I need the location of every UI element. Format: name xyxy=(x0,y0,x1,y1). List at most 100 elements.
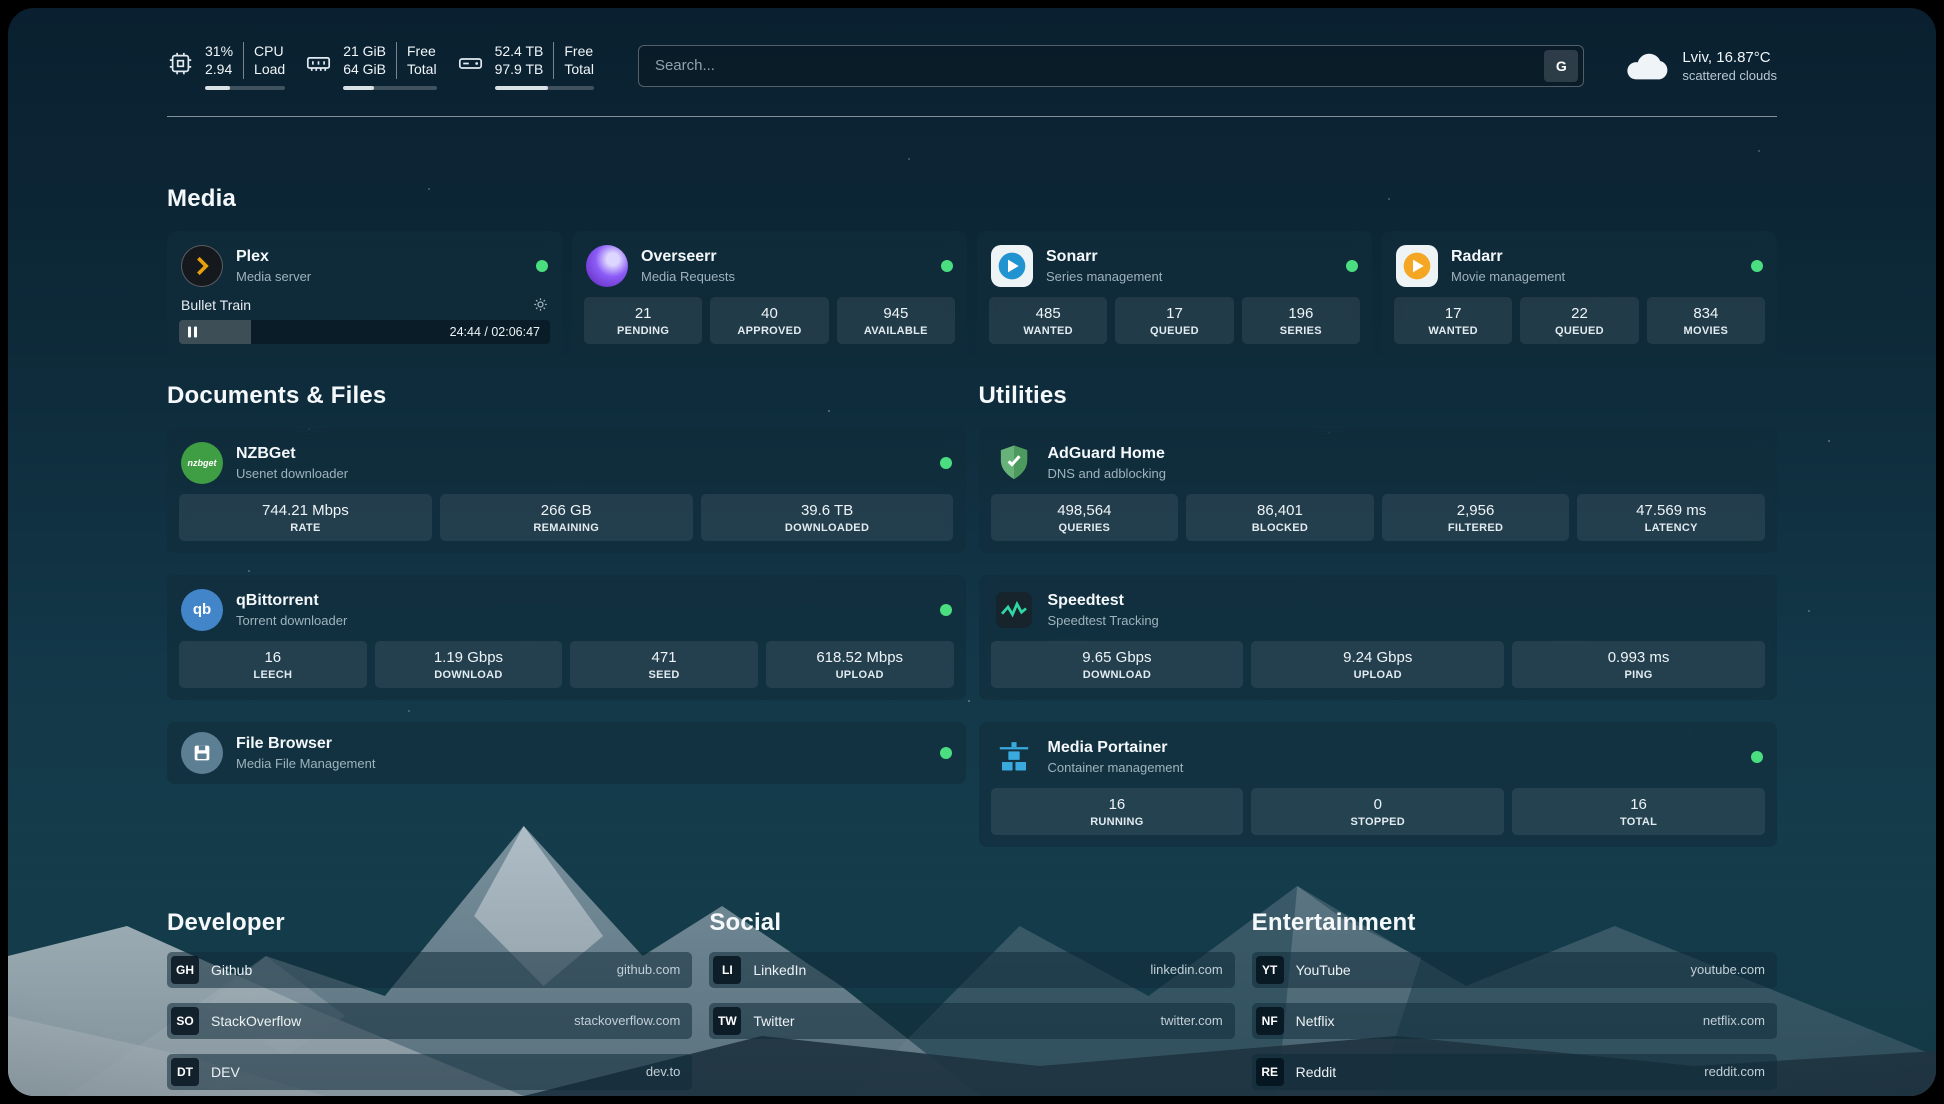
disk-total-label: Total xyxy=(564,60,594,78)
bookmark-name: LinkedIn xyxy=(753,962,806,978)
section-title-utilities: Utilities xyxy=(979,382,1778,410)
status-dot xyxy=(1751,751,1763,763)
bookmark-netflix[interactable]: NF Netflix netflix.com xyxy=(1252,1003,1777,1039)
app-link-radarr[interactable]: Radarr Movie management xyxy=(1394,241,1765,297)
app-link-filebrowser[interactable]: File Browser Media File Management xyxy=(179,730,954,776)
app-name: Speedtest xyxy=(1048,591,1159,611)
reddit-abbr-icon: RE xyxy=(1256,1058,1284,1086)
app-link-sonarr[interactable]: Sonarr Series management xyxy=(989,241,1360,297)
stat-value: 485 xyxy=(1036,305,1061,322)
stat-value: 39.6 TB xyxy=(801,502,853,519)
stat-value: 9.24 Gbps xyxy=(1343,649,1412,666)
section-developer: Developer GH Github github.com SO StackO… xyxy=(167,909,692,1090)
netflix-abbr-icon: NF xyxy=(1256,1007,1284,1035)
bookmark-youtube[interactable]: YT YouTube youtube.com xyxy=(1252,952,1777,988)
bookmark-dev[interactable]: DT DEV dev.to xyxy=(167,1054,692,1090)
bookmark-linkedin[interactable]: LI LinkedIn linkedin.com xyxy=(709,952,1234,988)
bookmark-domain: dev.to xyxy=(646,1064,680,1079)
app-link-portainer[interactable]: Media Portainer Container management xyxy=(991,732,1766,788)
radarr-icon xyxy=(1396,245,1438,287)
stat-blocked: 86,401 BLOCKED xyxy=(1186,494,1374,541)
stat-value: 0 xyxy=(1374,796,1382,813)
stat-value: 40 xyxy=(761,305,778,322)
now-playing-time: 24:44 / 02:06:47 xyxy=(450,325,540,339)
stat-ping: 0.993 ms PING xyxy=(1512,641,1765,688)
status-dot xyxy=(1346,260,1358,272)
gear-icon[interactable] xyxy=(533,297,548,312)
cpu-progress-fill xyxy=(205,86,230,90)
bookmark-twitter[interactable]: TW Twitter twitter.com xyxy=(709,1003,1234,1039)
stat-approved: 40 APPROVED xyxy=(710,297,828,344)
stat-label: LATENCY xyxy=(1645,522,1698,534)
app-subtitle: Media Requests xyxy=(641,269,735,284)
stat-running: 16 RUNNING xyxy=(991,788,1244,835)
stat-label: APPROVED xyxy=(737,325,801,337)
snow-specks xyxy=(8,8,10,10)
stat-value: 47.569 ms xyxy=(1636,502,1706,519)
stat-value: 498,564 xyxy=(1057,502,1111,519)
stat-upload: 9.24 Gbps UPLOAD xyxy=(1251,641,1504,688)
ram-icon xyxy=(305,50,332,77)
bookmark-domain: twitter.com xyxy=(1161,1013,1223,1028)
bookmark-stackoverflow[interactable]: SO StackOverflow stackoverflow.com xyxy=(167,1003,692,1039)
cpu-monitor: 31% 2.94 CPU Load xyxy=(167,42,285,90)
stat-remaining: 266 GB REMAINING xyxy=(440,494,693,541)
app-name: Overseerr xyxy=(641,247,735,267)
weather-condition: scattered clouds xyxy=(1682,68,1777,83)
monitor-divider xyxy=(553,42,554,79)
app-link-nzbget[interactable]: nzbget NZBGet Usenet downloader xyxy=(179,438,954,494)
app-link-overseerr[interactable]: Overseerr Media Requests xyxy=(584,241,955,297)
app-link-speedtest[interactable]: Speedtest Speedtest Tracking xyxy=(991,585,1766,641)
section-utilities: Utilities xyxy=(979,382,1778,847)
monitor-divider xyxy=(396,42,397,79)
app-name: Sonarr xyxy=(1046,247,1162,267)
stat-value: 16 xyxy=(1109,796,1126,813)
app-card-overseerr: Overseerr Media Requests 21 PENDING 40 A… xyxy=(572,231,967,356)
plex-progress-bar[interactable]: 24:44 / 02:06:47 xyxy=(179,320,550,344)
stat-stopped: 0 STOPPED xyxy=(1251,788,1504,835)
qbittorrent-icon-text: qb xyxy=(193,601,211,618)
bookmark-reddit[interactable]: RE Reddit reddit.com xyxy=(1252,1054,1777,1090)
github-abbr-icon: GH xyxy=(171,956,199,984)
search-bar[interactable]: G xyxy=(638,45,1584,87)
app-link-qbittorrent[interactable]: qb qBittorrent Torrent downloader xyxy=(179,585,954,641)
app-name: qBittorrent xyxy=(236,591,347,611)
stat-value: 1.19 Gbps xyxy=(434,649,503,666)
weather-location: Lviv, 16.87°C xyxy=(1682,49,1777,66)
bookmark-name: YouTube xyxy=(1296,962,1351,978)
stat-wanted: 485 WANTED xyxy=(989,297,1107,344)
stat-value: 16 xyxy=(1630,796,1647,813)
stat-value: 86,401 xyxy=(1257,502,1303,519)
pause-icon[interactable] xyxy=(188,326,197,337)
disk-monitor: 52.4 TB 97.9 TB Free Total xyxy=(457,42,594,90)
app-link-adguard[interactable]: AdGuard Home DNS and adblocking xyxy=(991,438,1766,494)
bookmark-domain: reddit.com xyxy=(1704,1064,1765,1079)
header-divider xyxy=(167,116,1777,117)
stat-leech: 16 LEECH xyxy=(179,641,367,688)
app-subtitle: Container management xyxy=(1048,760,1184,775)
app-name: NZBGet xyxy=(236,444,348,464)
stat-upload: 618.52 Mbps UPLOAD xyxy=(766,641,954,688)
app-subtitle: Media server xyxy=(236,269,311,284)
bookmark-name: Netflix xyxy=(1296,1013,1335,1029)
stat-value: 16 xyxy=(264,649,281,666)
stat-label: DOWNLOAD xyxy=(1083,669,1151,681)
search-engine-button[interactable]: G xyxy=(1544,50,1578,82)
section-title-social: Social xyxy=(709,909,1234,937)
bookmark-domain: github.com xyxy=(617,962,681,977)
plex-now-playing: Bullet Train 24:44 / 02:06:4 xyxy=(179,297,550,344)
memory-progress-bar xyxy=(343,86,436,90)
status-dot xyxy=(940,747,952,759)
memory-readout: 21 GiB 64 GiB Free Total xyxy=(343,42,436,90)
app-link-plex[interactable]: Plex Media server xyxy=(179,241,550,297)
stat-label: RATE xyxy=(290,522,320,534)
stat-label: PENDING xyxy=(617,325,669,337)
bookmark-name: Reddit xyxy=(1296,1064,1336,1080)
app-card-qbittorrent: qb qBittorrent Torrent downloader 16 xyxy=(167,575,966,700)
status-dot xyxy=(941,260,953,272)
memory-monitor: 21 GiB 64 GiB Free Total xyxy=(305,42,436,90)
bookmark-github[interactable]: GH Github github.com xyxy=(167,952,692,988)
linkedin-abbr-icon: LI xyxy=(713,956,741,984)
search-input[interactable] xyxy=(655,57,1544,74)
stat-value: 618.52 Mbps xyxy=(816,649,903,666)
